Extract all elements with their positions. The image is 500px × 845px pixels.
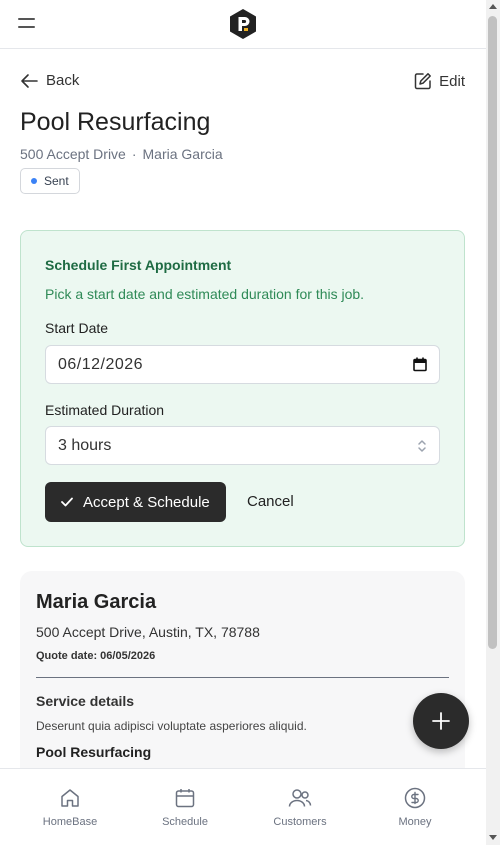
nav-label-customers: Customers [273,816,327,828]
accept-schedule-label: Accept & Schedule [83,493,210,511]
duration-select[interactable]: 3 hours [45,426,440,465]
status-badge: Sent [20,168,80,194]
scrollbar-thumb[interactable] [488,16,497,649]
app-logo-icon[interactable] [229,9,257,39]
back-button[interactable]: Back [20,72,79,89]
nav-label-homebase: HomeBase [42,816,98,828]
nav-item-money[interactable]: Money [360,787,470,828]
plus-icon [432,712,450,730]
page-title: Pool Resurfacing [20,108,211,136]
add-fab-button[interactable] [413,693,469,749]
scroll-down-arrow[interactable] [489,835,497,840]
start-date-input[interactable]: 06/12/2026 [45,345,440,384]
scroll-up-arrow[interactable] [489,4,497,9]
subtitle-separator: · [131,146,137,162]
duration-value: 3 hours [58,436,112,454]
status-label: Sent [44,174,69,188]
status-dot [31,178,37,184]
schedule-panel: Schedule First Appointment Pick a start … [20,230,465,547]
quote-customer-address: 500 Accept Drive, Austin, TX, 78788 [36,624,260,640]
bottom-navigation: HomeBase Schedule Customers Money [0,768,486,845]
service-description: Deserunt quia adipisci voluptate asperio… [36,719,307,733]
top-bar [0,0,486,49]
quote-customer-name: Maria Garcia [36,591,157,613]
cancel-button[interactable]: Cancel [247,493,294,510]
start-date-value: 06/12/2026 [58,355,144,373]
nav-item-customers[interactable]: Customers [245,787,355,828]
quote-date: Quote date: 06/05/2026 [36,650,156,662]
nav-item-homebase[interactable]: HomeBase [15,787,125,828]
card-divider [36,677,449,678]
edit-label: Edit [439,72,465,90]
nav-label-money: Money [398,816,432,828]
edit-icon [414,73,432,90]
job-address: 500 Accept Drive [20,146,126,162]
duration-label: Estimated Duration [45,402,165,418]
users-icon [288,789,312,807]
check-icon [61,497,73,507]
select-chevron-icon [418,440,426,452]
job-customer: Maria Garcia [142,146,223,162]
schedule-title: Schedule First Appointment [45,257,232,273]
nav-item-schedule[interactable]: Schedule [130,787,240,828]
nav-label-schedule: Schedule [162,816,208,828]
dollar-icon [404,787,426,809]
calendar-icon [175,789,195,808]
accept-schedule-button[interactable]: Accept & Schedule [45,482,226,522]
start-date-label: Start Date [45,320,109,336]
job-subtitle: 500 Accept Drive · Maria Garcia [20,146,223,162]
service-item-title: Pool Resurfacing [36,744,152,760]
calendar-picker-icon[interactable] [413,357,427,372]
schedule-description: Pick a start date and estimated duration… [45,286,365,302]
edit-button[interactable]: Edit [414,72,465,90]
back-label: Back [46,72,80,89]
hamburger-icon[interactable] [18,16,35,30]
scrollbar[interactable] [486,0,500,845]
arrow-left-icon [21,73,38,88]
home-icon [61,789,79,807]
service-details-heading: Service details [36,693,135,709]
